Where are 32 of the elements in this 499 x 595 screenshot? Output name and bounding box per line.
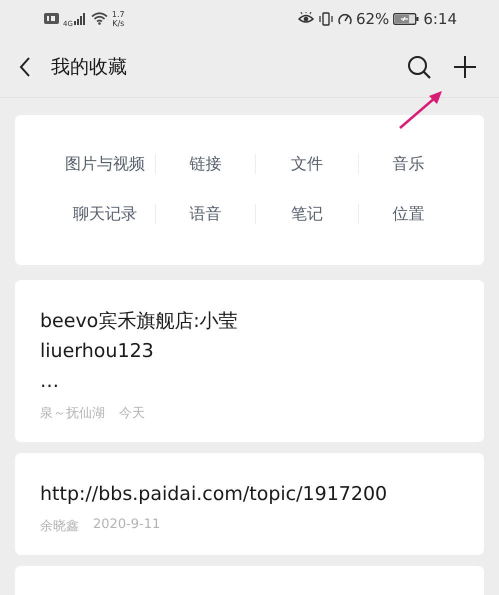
category-link[interactable]: 聊天记录 (55, 204, 155, 224)
category-link[interactable]: 音乐 (358, 154, 458, 174)
favorite-date: 2020-9-11 (93, 517, 160, 534)
favorite-text: http://bbs.paidai.com/topic/1917200 (40, 482, 388, 507)
back-icon[interactable] (19, 57, 31, 77)
category-link[interactable]: 笔记 (255, 204, 358, 224)
speed-meter-icon (338, 12, 352, 25)
battery-percent: 62% (356, 10, 390, 28)
vibrate-icon (318, 12, 334, 26)
favorite-card[interactable]: http://bbs.paidai.com/topic/1917200 余晓鑫 2020-9-11 (15, 453, 484, 555)
favorite-card[interactable]: beevo宾禾旗舰店:小莹 liuerhou123 … 泉～抚仙湖 今天 (15, 280, 484, 442)
category-link[interactable]: 文件 (255, 154, 358, 174)
page-title: 我的收藏 (51, 55, 128, 80)
favorite-source: 泉～抚仙湖 (40, 405, 105, 422)
wifi-icon (90, 12, 108, 25)
speed-unit: K/s (112, 18, 124, 28)
favorite-source: 余晓鑫 (40, 518, 79, 535)
category-link[interactable]: 图片与视频 (55, 154, 155, 174)
category-link[interactable]: 位置 (358, 204, 458, 224)
add-icon[interactable] (453, 55, 477, 79)
category-link[interactable]: 语音 (155, 204, 255, 224)
signal-icon (74, 12, 87, 24)
search-icon[interactable] (407, 55, 431, 79)
favorite-text: … (40, 369, 60, 394)
favorite-text: beevo宾禾旗舰店:小莹 (40, 309, 239, 334)
speed-value: 1.7 (112, 10, 125, 18)
category-link[interactable]: 链接 (155, 154, 255, 174)
clock: 6:14 (423, 10, 457, 28)
battery-icon (393, 12, 420, 24)
favorite-date: 今天 (119, 405, 145, 422)
eye-icon (298, 12, 314, 25)
favorite-text: liuerhou123 (40, 339, 155, 364)
